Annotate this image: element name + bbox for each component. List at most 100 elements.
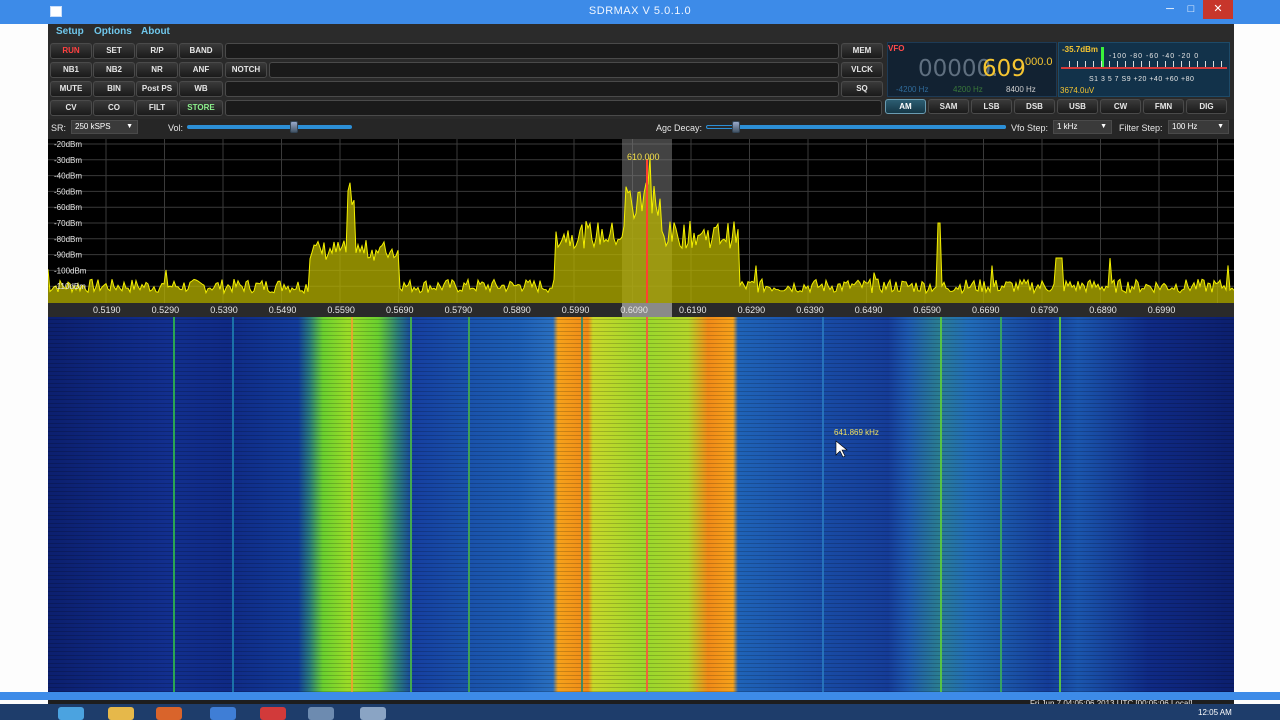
spectrum-plot[interactable]: 610.000 -20dBm -30dBm -40dBm -50dBm -60dBm -70… <box>48 139 1234 303</box>
spectrum-display[interactable]: 610.000 -20dBm -30dBm -40dBm -50dBm -60dBm -70… <box>48 139 1234 303</box>
mode-usb-button[interactable]: USB <box>1057 99 1098 114</box>
window-title: SDRMAX V 5.0.1.0 <box>588 5 692 17</box>
volume-track[interactable] <box>187 125 352 129</box>
clock: 12:05 AM <box>1198 708 1232 717</box>
mode-sam-button[interactable]: SAM <box>928 99 969 114</box>
mem-button[interactable]: MEM <box>841 43 883 59</box>
frequency-label: 0.6090 <box>620 305 648 315</box>
frequency-axis[interactable]: 0.5190 0.5290 0.5390 0.5490 0.5590 0.5690 0.57… <box>48 303 1234 317</box>
start-button-icon[interactable] <box>58 707 84 720</box>
wb-button[interactable]: WB <box>179 81 223 97</box>
post-ps-button[interactable]: Post PS <box>136 81 178 97</box>
nb1-button[interactable]: NB1 <box>50 62 92 78</box>
frequency-label: 0.5290 <box>152 305 180 315</box>
sr-label: SR: <box>51 123 67 133</box>
cursor-frequency-label: 641.869 kHz <box>834 428 879 437</box>
db-label: -90dBm <box>54 251 82 260</box>
dropdown-arrow-icon: ▼ <box>126 123 133 130</box>
frequency-label: 0.6290 <box>738 305 766 315</box>
frequency-label: 0.5390 <box>210 305 238 315</box>
mode-lsb-button[interactable]: LSB <box>971 99 1012 114</box>
db-label: -100dBm <box>54 266 87 275</box>
nr-button[interactable]: NR <box>136 62 178 78</box>
set-button[interactable]: SET <box>93 43 135 59</box>
left-frame <box>0 0 48 720</box>
vfo-display[interactable]: VFO 00000. 609 000.0 -4200 Hz 4200 Hz 84… <box>887 42 1057 97</box>
info-field-4 <box>225 100 882 116</box>
mode-dig-button[interactable]: DIG <box>1186 99 1227 114</box>
notch-button[interactable]: NOTCH <box>225 62 267 78</box>
agc-decay-fill <box>737 125 1006 129</box>
mode-am-button[interactable]: AM <box>885 99 926 114</box>
rp-button[interactable]: R/P <box>136 43 178 59</box>
sample-rate-select[interactable]: 250 kSPS ▼ <box>71 120 138 134</box>
cv-button[interactable]: CV <box>50 100 92 116</box>
vlck-button[interactable]: VLCK <box>841 62 883 78</box>
nb2-button[interactable]: NB2 <box>93 62 135 78</box>
db-label: -110dBm <box>54 282 86 291</box>
filt-button[interactable]: FILT <box>136 100 178 116</box>
maximize-button[interactable]: □ <box>1181 0 1201 19</box>
app-icon-1[interactable] <box>308 707 334 720</box>
db-label: -70dBm <box>54 219 82 228</box>
band-button[interactable]: BAND <box>179 43 223 59</box>
agc-decay-label: Agc Decay: <box>656 123 703 133</box>
mode-dsb-button[interactable]: DSB <box>1014 99 1055 114</box>
info-field-1 <box>225 43 839 59</box>
meter-line <box>1061 67 1227 69</box>
firefox-icon[interactable] <box>156 707 182 720</box>
mute-button[interactable]: MUTE <box>50 81 92 97</box>
frequency-label: 0.6490 <box>855 305 883 315</box>
mode-fmn-button[interactable]: FMN <box>1143 99 1184 114</box>
store-button[interactable]: STORE <box>179 100 223 116</box>
sdrmax-taskbar-icon[interactable] <box>360 707 386 720</box>
dbm-scale: -100 -80 -60 -40 -20 0 <box>1109 53 1200 60</box>
filter-step-label: Filter Step: <box>1119 123 1163 133</box>
vfo-step-select[interactable]: 1 kHz ▼ <box>1053 120 1112 134</box>
bin-button[interactable]: BIN <box>93 81 135 97</box>
waterfall-display[interactable]: 641.869 kHz <box>48 317 1234 692</box>
ie-icon[interactable] <box>210 707 236 720</box>
db-label: -40dBm <box>54 172 82 181</box>
s-unit-scale: S1 3 5 7 S9 +20 +40 +60 +80 <box>1089 76 1195 83</box>
title-bar: SDRMAX V 5.0.1.0 ─ □ ✕ <box>0 0 1280 24</box>
menu-options[interactable]: Options <box>94 26 132 37</box>
filter-step-value: 100 Hz <box>1172 122 1198 131</box>
close-button[interactable]: ✕ <box>1203 0 1233 19</box>
menu-setup[interactable]: Setup <box>56 26 84 37</box>
frequency-axis-plot: 0.5190 0.5290 0.5390 0.5490 0.5590 0.5690 0.57… <box>93 303 1175 317</box>
opera-icon[interactable] <box>260 707 286 720</box>
sq-button[interactable]: SQ <box>841 81 883 97</box>
filter-high: 8400 Hz <box>1006 85 1036 94</box>
anf-button[interactable]: ANF <box>179 62 223 78</box>
right-frame <box>1234 0 1280 720</box>
taskbar <box>0 704 1280 720</box>
frequency-label: 0.6390 <box>796 305 824 315</box>
agc-decay-slider-thumb[interactable] <box>732 121 740 133</box>
frequency-label: 0.6890 <box>1089 305 1117 315</box>
frequency-label: 0.6690 <box>972 305 1000 315</box>
filter-step-select[interactable]: 100 Hz ▼ <box>1168 120 1229 134</box>
frequency-label: 0.5190 <box>93 305 121 315</box>
db-label: -20dBm <box>54 140 82 149</box>
co-button[interactable]: CO <box>93 100 135 116</box>
info-field-2 <box>269 62 839 78</box>
signal-dbm: -35.7dBm <box>1062 45 1099 54</box>
frequency-label: 0.5990 <box>562 305 590 315</box>
menu-about[interactable]: About <box>141 26 170 37</box>
db-label: -80dBm <box>54 235 82 244</box>
filter-width: 4200 Hz <box>953 85 983 94</box>
minimize-button[interactable]: ─ <box>1160 0 1180 19</box>
db-label: -50dBm <box>54 187 82 196</box>
explorer-icon[interactable] <box>108 707 134 720</box>
db-label: -60dBm <box>54 203 82 212</box>
frequency-label: 0.5590 <box>327 305 355 315</box>
run-button[interactable]: RUN <box>50 43 92 59</box>
volume-slider-thumb[interactable] <box>290 121 299 133</box>
dropdown-arrow-icon: ▼ <box>1100 123 1107 130</box>
frequency-label: 0.5790 <box>445 305 473 315</box>
vfo-step-value: 1 kHz <box>1057 122 1078 131</box>
mode-cw-button[interactable]: CW <box>1100 99 1141 114</box>
frequency-label: 0.6590 <box>913 305 941 315</box>
vfo-label: VFO <box>888 44 905 53</box>
